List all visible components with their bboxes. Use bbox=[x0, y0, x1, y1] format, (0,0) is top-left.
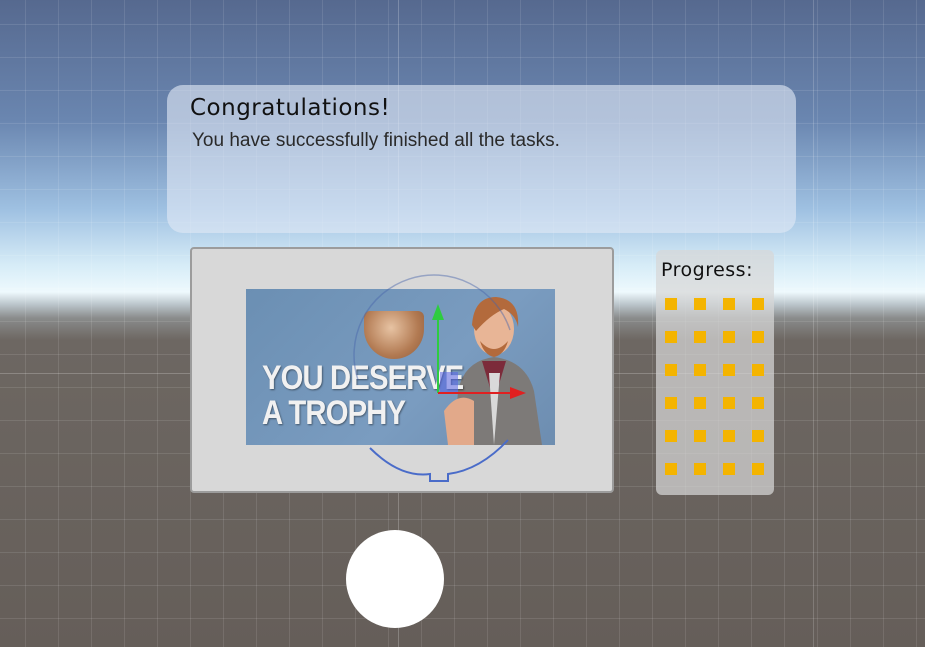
congrats-message: You have successfully finished all the t… bbox=[192, 130, 560, 151]
trophy-image: YOU DESERVE A TROPHY bbox=[246, 289, 555, 445]
progress-dot bbox=[694, 430, 706, 442]
progress-dot bbox=[694, 397, 706, 409]
continue-circle-button[interactable] bbox=[346, 530, 444, 628]
progress-dot bbox=[752, 298, 764, 310]
progress-dot bbox=[665, 364, 677, 376]
progress-dot bbox=[752, 430, 764, 442]
trophy-image-caption: YOU DESERVE A TROPHY bbox=[262, 359, 464, 432]
progress-dot bbox=[665, 331, 677, 343]
progress-dot bbox=[665, 298, 677, 310]
progress-dot bbox=[665, 430, 677, 442]
trophy-caption-line-2: A TROPHY bbox=[262, 394, 406, 432]
progress-dot bbox=[723, 331, 735, 343]
trophy-caption-line-1: YOU DESERVE bbox=[262, 359, 464, 397]
progress-dot bbox=[694, 298, 706, 310]
progress-panel: Progress: bbox=[656, 250, 774, 495]
progress-dot bbox=[752, 463, 764, 475]
progress-dot bbox=[723, 364, 735, 376]
grid-line-vertical bbox=[813, 0, 814, 647]
congrats-title: Congratulations! bbox=[190, 95, 391, 121]
progress-dot bbox=[694, 463, 706, 475]
progress-dot bbox=[752, 397, 764, 409]
progress-dot bbox=[752, 331, 764, 343]
congrats-panel: Congratulations! You have successfully f… bbox=[167, 85, 796, 233]
progress-dot bbox=[723, 463, 735, 475]
progress-dot bbox=[723, 430, 735, 442]
progress-dot bbox=[694, 364, 706, 376]
progress-dot bbox=[665, 463, 677, 475]
progress-dot bbox=[723, 298, 735, 310]
progress-dot bbox=[752, 364, 764, 376]
progress-dot bbox=[723, 397, 735, 409]
progress-dots bbox=[665, 298, 777, 475]
progress-label: Progress: bbox=[661, 259, 753, 281]
progress-dot bbox=[665, 397, 677, 409]
trophy-cup-graphic bbox=[364, 311, 424, 359]
progress-dot bbox=[694, 331, 706, 343]
